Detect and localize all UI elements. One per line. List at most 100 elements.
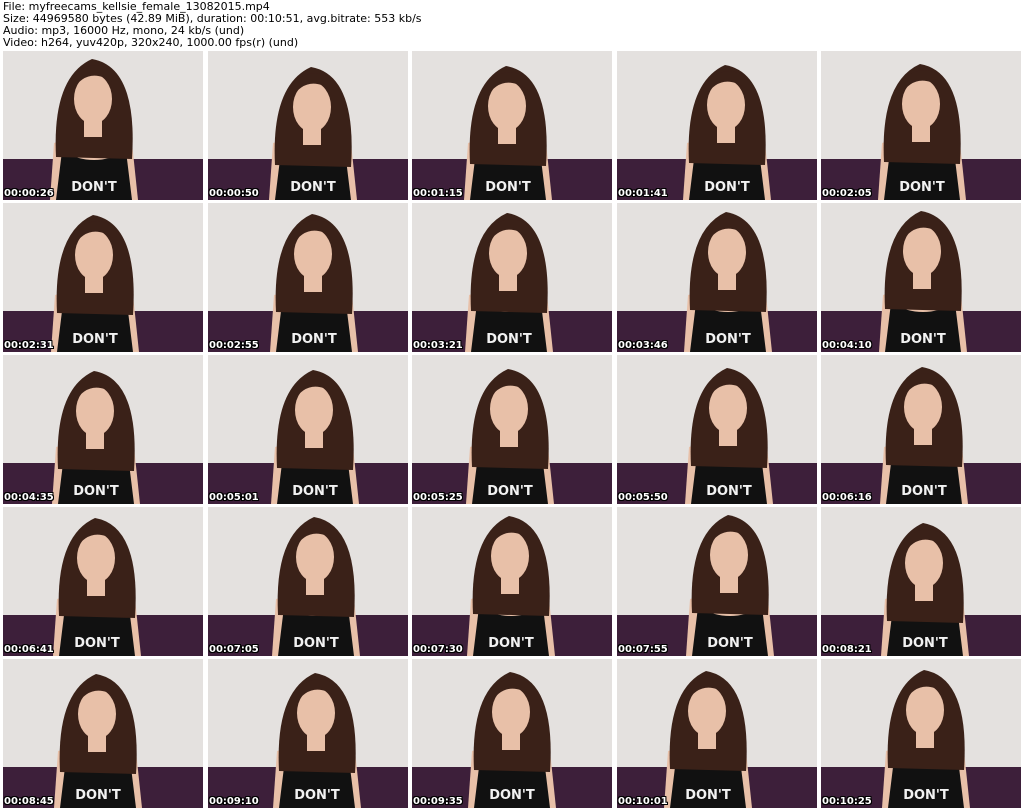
video-thumbnail: DON'T 00:06:41 [3,507,203,656]
video-info-line: Video: h264, yuv420p, 320x240, 1000.00 f… [3,36,299,49]
thumbnail-frame-image: DON'T [3,659,203,808]
video-thumbnail: DON'T 00:00:50 [208,51,408,200]
svg-text:DON'T: DON'T [291,332,337,347]
thumbnail-frame-image: DON'T [821,507,1021,656]
thumbnail-timestamp: 00:10:25 [822,796,872,807]
svg-text:DON'T: DON'T [704,180,750,195]
thumbnail-frame-image: DON'T [208,355,408,504]
thumbnail-timestamp: 00:08:45 [4,796,54,807]
thumbnail-frame-image: DON'T [821,51,1021,200]
video-thumbnail: DON'T 00:07:55 [617,507,817,656]
video-thumbnail: DON'T 00:01:15 [412,51,612,200]
svg-text:DON'T: DON'T [486,332,532,347]
thumbnail-timestamp: 00:00:50 [209,188,259,199]
thumbnail-timestamp: 00:06:41 [4,644,54,655]
video-thumbnail: DON'T 00:02:55 [208,203,408,352]
thumbnail-grid: DON'T 00:00:26 DON'T 00:00:50 DON'T 00:01:15 D… [3,51,1021,811]
video-thumbnail: DON'T 00:04:10 [821,203,1021,352]
thumbnail-frame-image: DON'T [617,203,817,352]
svg-text:DON'T: DON'T [294,788,340,803]
svg-text:DON'T: DON'T [74,636,120,651]
video-thumbnail: DON'T 00:10:25 [821,659,1021,808]
thumbnail-frame-image: DON'T [208,659,408,808]
thumbnail-timestamp: 00:05:50 [618,492,668,503]
video-thumbnail: DON'T 00:09:10 [208,659,408,808]
thumbnail-frame-image: DON'T [412,203,612,352]
svg-text:DON'T: DON'T [72,332,118,347]
video-thumbnail: DON'T 00:00:26 [3,51,203,200]
video-thumbnail: DON'T 00:03:21 [412,203,612,352]
thumbnail-timestamp: 00:01:15 [413,188,463,199]
thumbnail-timestamp: 00:00:26 [4,188,54,199]
thumbnail-timestamp: 00:09:10 [209,796,259,807]
thumbnail-timestamp: 00:04:10 [822,340,872,351]
video-thumbnail: DON'T 00:05:50 [617,355,817,504]
thumbnail-timestamp: 00:08:21 [822,644,872,655]
video-thumbnail: DON'T 00:07:30 [412,507,612,656]
thumbnail-timestamp: 00:07:55 [618,644,668,655]
video-thumbnail: DON'T 00:02:05 [821,51,1021,200]
svg-text:DON'T: DON'T [73,484,119,499]
svg-text:DON'T: DON'T [900,332,946,347]
thumbnail-frame-image: DON'T [3,51,203,200]
thumbnail-timestamp: 00:07:30 [413,644,463,655]
thumbnail-frame-image: DON'T [208,507,408,656]
thumbnail-timestamp: 00:07:05 [209,644,259,655]
thumbnail-frame-image: DON'T [3,507,203,656]
svg-text:DON'T: DON'T [71,180,117,195]
svg-text:DON'T: DON'T [901,484,947,499]
thumbnail-frame-image: DON'T [617,659,817,808]
video-thumbnail: DON'T 00:01:41 [617,51,817,200]
svg-text:DON'T: DON'T [706,484,752,499]
video-thumbnail: DON'T 00:06:16 [821,355,1021,504]
thumbnail-frame-image: DON'T [3,355,203,504]
video-thumbnail: DON'T 00:07:05 [208,507,408,656]
svg-text:DON'T: DON'T [75,788,121,803]
svg-text:DON'T: DON'T [485,180,531,195]
thumbnail-frame-image: DON'T [617,507,817,656]
svg-text:DON'T: DON'T [685,788,731,803]
thumbnail-frame-image: DON'T [412,507,612,656]
video-thumbnail: DON'T 00:08:21 [821,507,1021,656]
video-thumbnail: DON'T 00:03:46 [617,203,817,352]
video-thumbnail: DON'T 00:02:31 [3,203,203,352]
thumbnail-frame-image: DON'T [617,355,817,504]
thumbnail-frame-image: DON'T [821,203,1021,352]
svg-text:DON'T: DON'T [903,788,949,803]
svg-text:DON'T: DON'T [488,636,534,651]
thumbnail-timestamp: 00:10:01 [618,796,668,807]
thumbnail-timestamp: 00:01:41 [618,188,668,199]
thumbnail-frame-image: DON'T [412,51,612,200]
svg-text:DON'T: DON'T [707,636,753,651]
thumbnail-timestamp: 00:05:25 [413,492,463,503]
thumbnail-timestamp: 00:09:35 [413,796,463,807]
file-info-header: File: myfreecams_kellsie_female_13082015… [3,1,1021,49]
thumbnail-timestamp: 00:02:31 [4,340,54,351]
thumbnail-timestamp: 00:02:05 [822,188,872,199]
svg-text:DON'T: DON'T [705,332,751,347]
thumbnail-timestamp: 00:05:01 [209,492,259,503]
svg-text:DON'T: DON'T [293,636,339,651]
video-thumbnail: DON'T 00:05:25 [412,355,612,504]
thumbnail-frame-image: DON'T [208,203,408,352]
svg-text:DON'T: DON'T [292,484,338,499]
svg-text:DON'T: DON'T [290,180,336,195]
video-thumbnail: DON'T 00:04:35 [3,355,203,504]
thumbnail-timestamp: 00:06:16 [822,492,872,503]
video-thumbnail: DON'T 00:08:45 [3,659,203,808]
thumbnail-timestamp: 00:03:21 [413,340,463,351]
thumbnail-frame-image: DON'T [3,203,203,352]
video-thumbnail: DON'T 00:05:01 [208,355,408,504]
thumbnail-timestamp: 00:02:55 [209,340,259,351]
thumbnail-frame-image: DON'T [821,659,1021,808]
svg-text:DON'T: DON'T [899,180,945,195]
svg-text:DON'T: DON'T [902,636,948,651]
video-thumbnail: DON'T 00:10:01 [617,659,817,808]
video-thumbnail: DON'T 00:09:35 [412,659,612,808]
svg-text:DON'T: DON'T [489,788,535,803]
thumbnail-frame-image: DON'T [412,355,612,504]
svg-text:DON'T: DON'T [487,484,533,499]
thumbnail-frame-image: DON'T [821,355,1021,504]
thumbnail-frame-image: DON'T [617,51,817,200]
thumbnail-timestamp: 00:03:46 [618,340,668,351]
